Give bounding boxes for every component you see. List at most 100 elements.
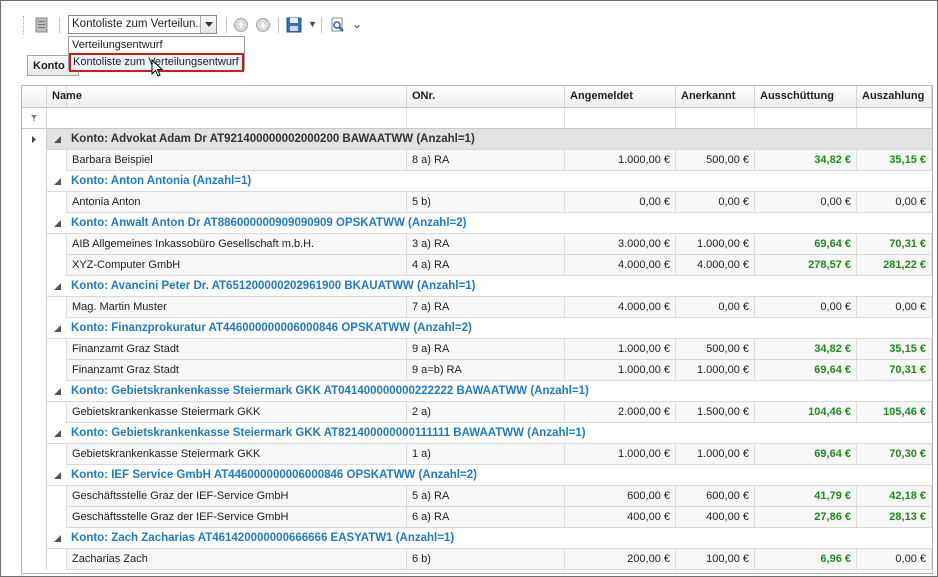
column-header-anerkannt[interactable]: Anerkannt [676, 86, 755, 107]
collapse-triangle-icon[interactable] [53, 219, 62, 231]
group-row[interactable]: Konto: Avancini Peter Dr. AT651200000202… [22, 276, 932, 297]
column-header-auszahlung[interactable]: Auszahlung [857, 86, 932, 107]
group-row[interactable]: Konto: IEF Service GmbH AT44600000000600… [22, 465, 932, 486]
cell-auszahlung[interactable]: 42,18 € [857, 486, 932, 506]
cell-auszahlung[interactable]: 28,13 € [857, 507, 932, 527]
cell-onr[interactable]: 4 a) RA [407, 255, 565, 275]
cell-anerkannt[interactable]: 500,00 € [676, 339, 755, 359]
filter-cell-angemeldet[interactable] [565, 108, 676, 128]
group-row[interactable]: Konto: Anwalt Anton Dr AT886000000909090… [22, 213, 932, 234]
cell-ausschuettung[interactable]: 69,64 € [755, 234, 857, 254]
row-indicator[interactable] [22, 339, 47, 360]
search-document-icon[interactable] [327, 15, 347, 35]
cell-anerkannt[interactable]: 1.000,00 € [676, 234, 755, 254]
cell-angemeldet[interactable]: 4.000,00 € [565, 297, 676, 317]
cell-ausschuettung[interactable]: 69,64 € [755, 360, 857, 380]
row-indicator[interactable] [22, 213, 47, 234]
cell-name[interactable]: Barbara Beispiel [67, 150, 407, 170]
cell-angemeldet[interactable]: 1.000,00 € [565, 360, 676, 380]
column-header-ausschuettung[interactable]: Ausschüttung [755, 86, 857, 107]
group-row[interactable]: Konto: Gebietskrankenkasse Steiermark GK… [22, 381, 932, 402]
row-indicator[interactable] [22, 255, 47, 276]
cell-angemeldet[interactable]: 600,00 € [565, 486, 676, 506]
row-indicator[interactable] [22, 360, 47, 381]
cell-name[interactable]: Zacharias Zach [67, 549, 407, 569]
row-indicator[interactable] [22, 549, 47, 570]
group-row[interactable]: Konto: Zach Zacharias AT4614200000006666… [22, 528, 932, 549]
cell-ausschuettung[interactable]: 6,96 € [755, 549, 857, 569]
cell-anerkannt[interactable]: 1.000,00 € [676, 444, 755, 464]
cell-name[interactable]: Finanzamt Graz Stadt [67, 360, 407, 380]
cell-name[interactable]: Gebietskrankenkasse Steiermark GKK [67, 444, 407, 464]
cell-onr[interactable]: 6 b) [407, 549, 565, 569]
column-header-onr[interactable]: ONr. [407, 86, 565, 107]
filter-cell-name[interactable] [47, 108, 407, 128]
cell-onr[interactable]: 7 a) RA [407, 297, 565, 317]
cell-ausschuettung[interactable]: 69,64 € [755, 444, 857, 464]
cell-angemeldet[interactable]: 0,00 € [565, 192, 676, 212]
cell-anerkannt[interactable]: 0,00 € [676, 192, 755, 212]
cell-angemeldet[interactable]: 1.000,00 € [565, 339, 676, 359]
table-row[interactable]: Geschäftsstelle Graz der IEF-Service Gmb… [22, 486, 932, 507]
table-row[interactable]: Finanzamt Graz Stadt 9 a) RA 1.000,00 €500… [22, 339, 932, 360]
collapse-triangle-icon[interactable] [53, 534, 62, 546]
collapse-triangle-icon[interactable] [53, 282, 62, 294]
cell-auszahlung[interactable]: 281,22 € [857, 255, 932, 275]
row-indicator[interactable] [22, 528, 47, 549]
table-row[interactable]: Finanzamt Graz Stadt 9 a=b) RA 1.000,00 €1… [22, 360, 932, 381]
cell-ausschuettung[interactable]: 34,82 € [755, 339, 857, 359]
cell-onr[interactable]: 8 a) RA [407, 150, 565, 170]
cell-onr[interactable]: 3 a) RA [407, 234, 565, 254]
table-row[interactable]: Geschäftsstelle Graz der IEF-Service Gmb… [22, 507, 932, 528]
cell-angemeldet[interactable]: 3.000,00 € [565, 234, 676, 254]
row-indicator[interactable] [22, 381, 47, 402]
cell-angemeldet[interactable]: 400,00 € [565, 507, 676, 527]
collapse-triangle-icon[interactable] [53, 324, 62, 336]
cell-onr[interactable]: 5 b) [407, 192, 565, 212]
cell-onr[interactable]: 5 a) RA [407, 486, 565, 506]
row-indicator[interactable] [22, 192, 47, 213]
row-indicator[interactable] [22, 444, 47, 465]
cell-auszahlung[interactable]: 35,15 € [857, 339, 932, 359]
table-row[interactable]: Gebietskrankenkasse Steiermark GKK 1 a) 1.… [22, 444, 932, 465]
row-indicator[interactable] [22, 486, 47, 507]
group-row[interactable]: Konto: Advokat Adam Dr AT921400000002000… [22, 129, 932, 150]
cell-anerkannt[interactable]: 400,00 € [676, 507, 755, 527]
cell-auszahlung[interactable]: 0,00 € [857, 297, 932, 317]
cell-anerkannt[interactable]: 100,00 € [676, 549, 755, 569]
overflow-chevron-icon[interactable]: ⌄ [352, 17, 362, 31]
table-row[interactable]: AIB Allgemeines Inkassobüro Gesellschaft… [22, 234, 932, 255]
row-indicator[interactable] [22, 402, 47, 423]
table-row[interactable]: XYZ-Computer GmbH 4 a) RA 4.000,00 €4.000,… [22, 255, 932, 276]
cell-ausschuettung[interactable]: 34,82 € [755, 150, 857, 170]
cell-onr[interactable]: 2 a) [407, 402, 565, 422]
collapse-triangle-icon[interactable] [53, 429, 62, 441]
cell-auszahlung[interactable]: 70,31 € [857, 360, 932, 380]
cell-anerkannt[interactable]: 1.000,00 € [676, 360, 755, 380]
filter-cell-ausschuettung[interactable] [755, 108, 857, 128]
cell-name[interactable]: XYZ-Computer GmbH [67, 255, 407, 275]
cell-onr[interactable]: 9 a) RA [407, 339, 565, 359]
collapse-triangle-icon[interactable] [53, 177, 62, 189]
cell-auszahlung[interactable]: 0,00 € [857, 549, 932, 569]
report-selector-combo[interactable]: Kontoliste zum Verteilun... [68, 15, 217, 34]
table-row[interactable]: Gebietskrankenkasse Steiermark GKK 2 a) 2.… [22, 402, 932, 423]
filter-cell-onr[interactable] [407, 108, 565, 128]
arrow-up-circle-icon[interactable] [231, 15, 251, 35]
cell-onr[interactable]: 9 a=b) RA [407, 360, 565, 380]
cell-name[interactable]: Mag. Martin Muster [67, 297, 407, 317]
cell-auszahlung[interactable]: 70,31 € [857, 234, 932, 254]
group-row[interactable]: Konto: Anton Antonia (Anzahl=1) [22, 171, 932, 192]
row-indicator[interactable] [22, 150, 47, 171]
arrow-down-circle-icon[interactable] [253, 15, 273, 35]
cell-ausschuettung[interactable]: 278,57 € [755, 255, 857, 275]
cell-anerkannt[interactable]: 1.500,00 € [676, 402, 755, 422]
row-indicator[interactable] [22, 465, 47, 486]
table-row[interactable]: Barbara Beispiel 8 a) RA 1.000,00 €500,00 … [22, 150, 932, 171]
cell-name[interactable]: Geschäftsstelle Graz der IEF-Service Gmb… [67, 507, 407, 527]
row-indicator[interactable] [22, 171, 47, 192]
row-indicator[interactable] [22, 507, 47, 528]
collapse-triangle-icon[interactable] [53, 387, 62, 399]
group-row[interactable]: Konto: Gebietskrankenkasse Steiermark GK… [22, 423, 932, 444]
cell-auszahlung[interactable]: 35,15 € [857, 150, 932, 170]
